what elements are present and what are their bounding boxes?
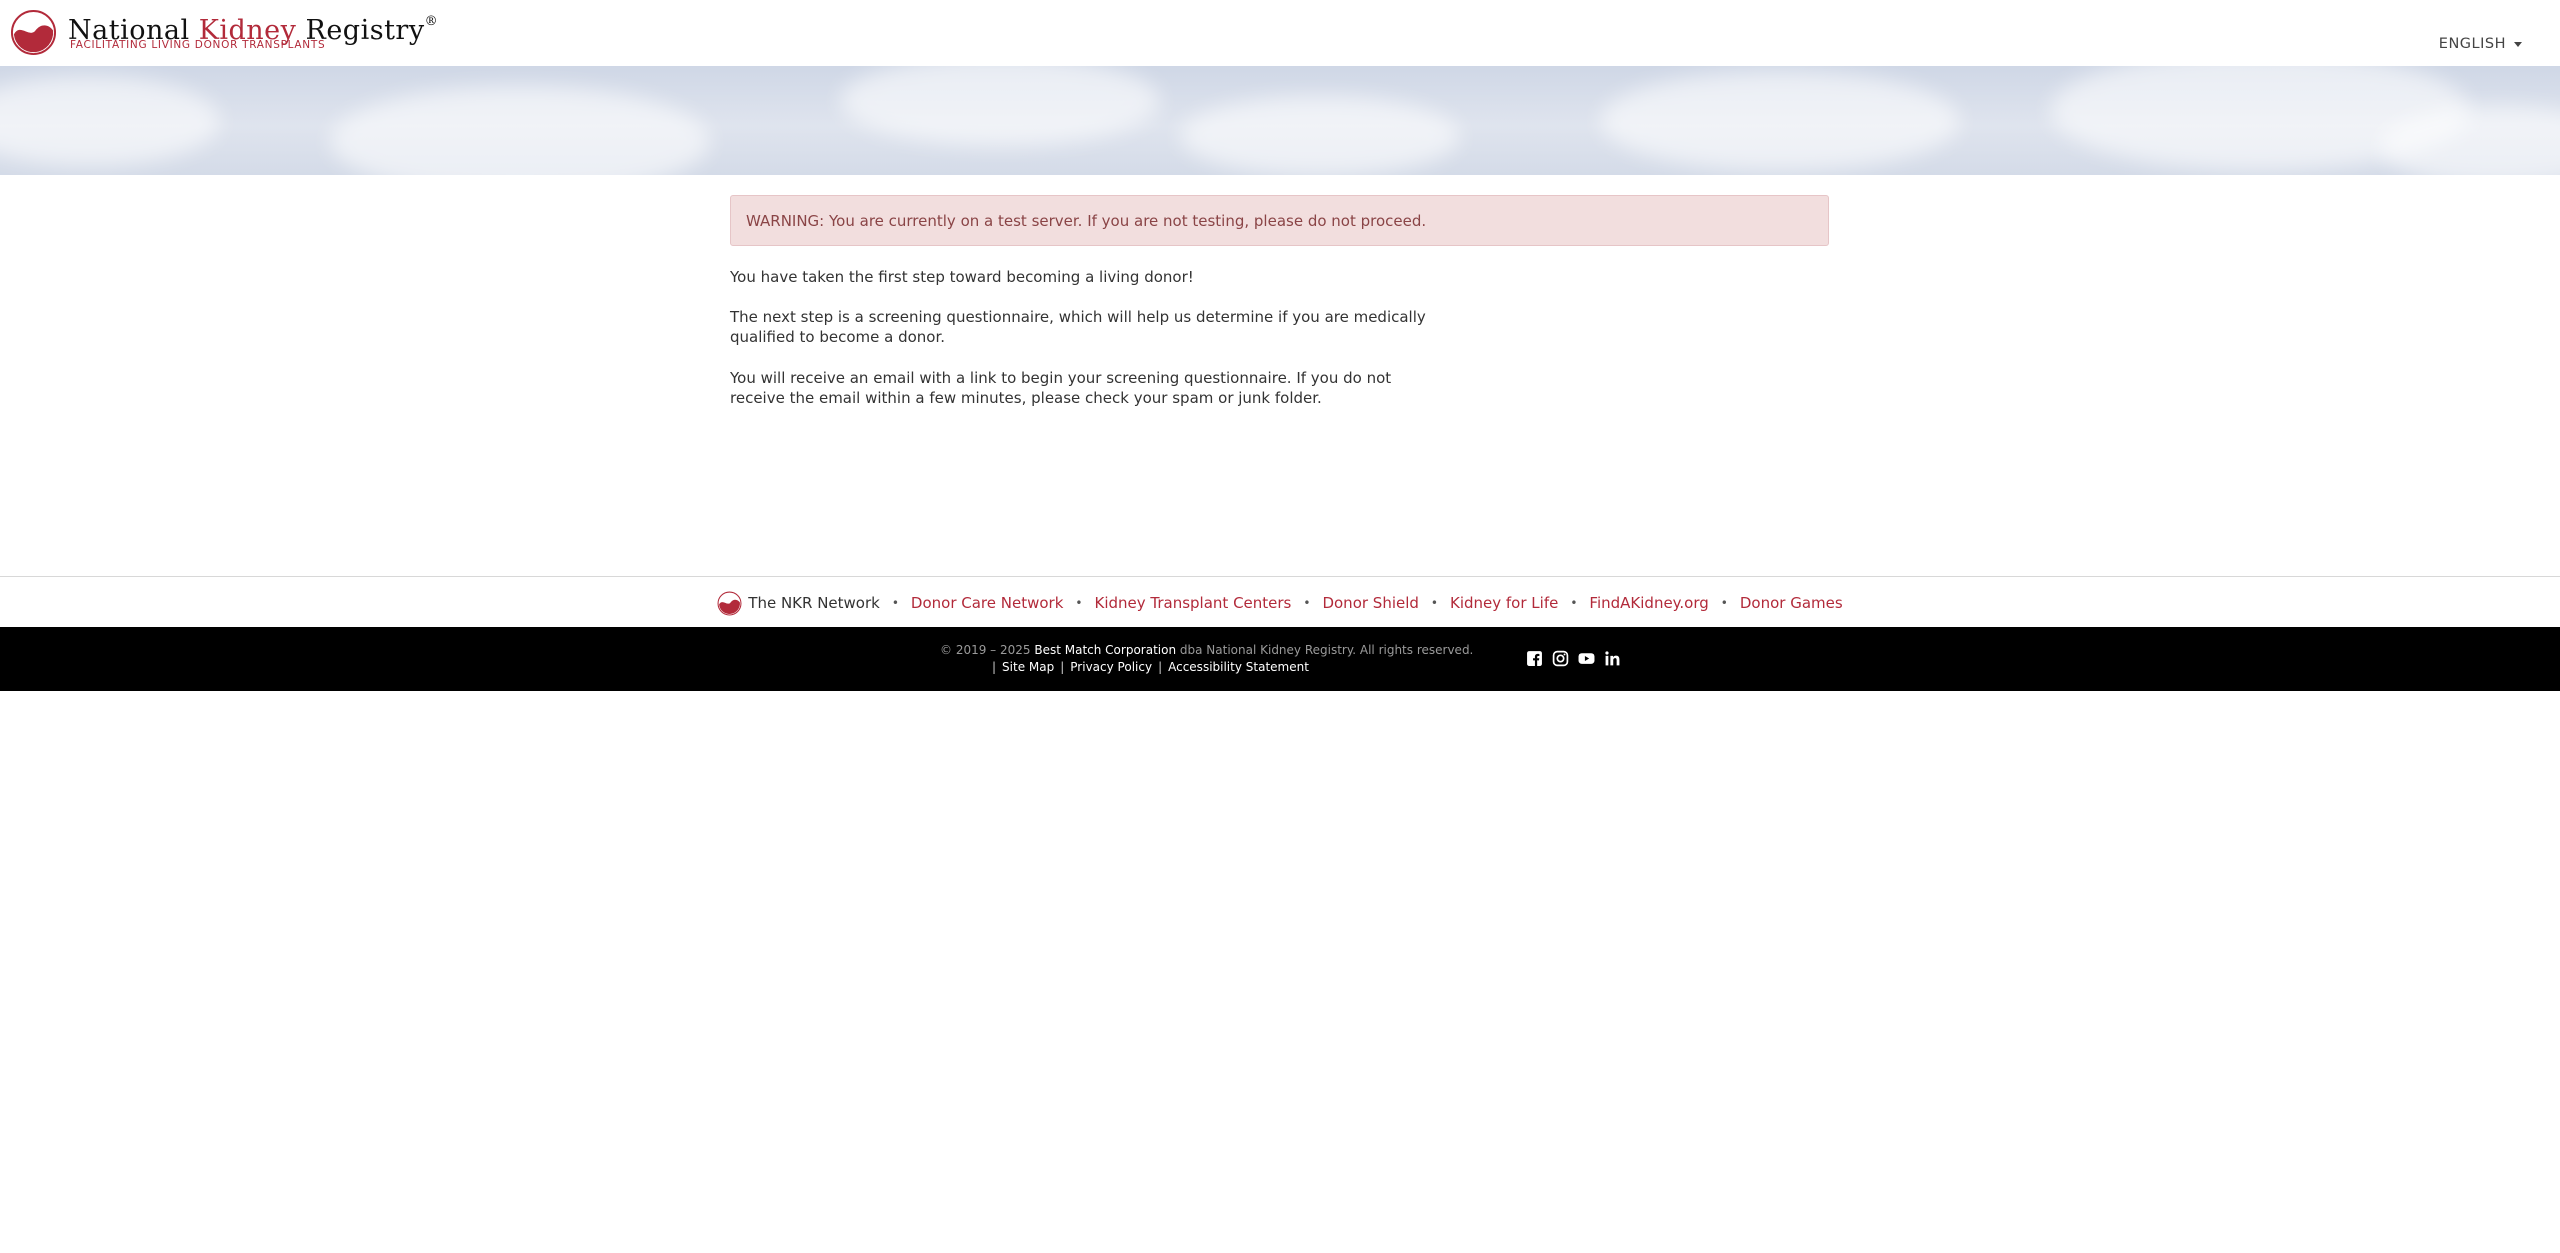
site-footer: © 2019 – 2025 Best Match Corporation dba… — [0, 627, 2560, 691]
link-donor-games[interactable]: Donor Games — [1740, 594, 1843, 612]
separator-dot: • — [1720, 596, 1728, 610]
youtube-icon[interactable] — [1578, 650, 1595, 667]
site-header: National Kidney Registry® FACILITATING L… — [0, 0, 2560, 67]
site-map-link[interactable]: Site Map — [1002, 660, 1054, 674]
facebook-icon[interactable] — [1526, 650, 1543, 667]
test-server-warning: WARNING: You are currently on a test ser… — [730, 195, 1829, 246]
separator-dot: • — [1303, 596, 1311, 610]
registered-mark: ® — [424, 14, 439, 29]
nkr-logo-icon[interactable] — [10, 9, 57, 56]
instagram-icon[interactable] — [1552, 650, 1569, 667]
social-links — [1526, 650, 1621, 667]
language-selector[interactable]: ENGLISH — [2439, 36, 2522, 52]
email-notice-paragraph: You will receive an email with a link to… — [730, 369, 1392, 407]
copyright-prefix: © 2019 – 2025 — [940, 643, 1031, 657]
nkr-network-label[interactable]: The NKR Network — [717, 591, 880, 616]
separator-dot: • — [891, 596, 899, 610]
copyright-line: © 2019 – 2025 Best Match Corporation dba… — [940, 642, 1473, 658]
language-label: ENGLISH — [2438, 36, 2506, 52]
footer-separator: | — [992, 660, 997, 674]
intro-paragraph: You have taken the first step toward bec… — [730, 268, 1194, 286]
link-donor-care-network[interactable]: Donor Care Network — [911, 594, 1063, 612]
caret-down-icon — [2514, 41, 2522, 47]
link-findakidney[interactable]: FindAKidney.org — [1589, 594, 1708, 612]
main-content: WARNING: You are currently on a test ser… — [730, 195, 1830, 407]
footer-separator: | — [1158, 660, 1163, 674]
copyright-suffix: dba National Kidney Registry. All rights… — [1179, 643, 1474, 657]
privacy-policy-link[interactable]: Privacy Policy — [1070, 660, 1152, 674]
hero-banner — [0, 66, 2560, 175]
nkr-network-logo-icon — [717, 591, 742, 615]
link-kidney-for-life[interactable]: Kidney for Life — [1450, 594, 1558, 612]
separator-dot: • — [1075, 596, 1083, 610]
footer-links: | Site Map | Privacy Policy | Accessibility S… — [986, 659, 1309, 675]
separator-dot: • — [1430, 596, 1438, 610]
link-donor-shield[interactable]: Donor Shield — [1322, 594, 1418, 612]
link-kidney-transplant-centers[interactable]: Kidney Transplant Centers — [1094, 594, 1291, 612]
nkr-network-bar: The NKR Network • Donor Care Network • K… — [0, 576, 2560, 629]
separator-dot: • — [1570, 596, 1578, 610]
next-step-paragraph: The next step is a screening questionnai… — [730, 308, 1426, 346]
footer-separator: | — [1060, 660, 1065, 674]
nkr-network-title: The NKR Network — [748, 594, 880, 612]
company-link[interactable]: Best Match Corporation — [1034, 643, 1176, 657]
linkedin-icon[interactable] — [1604, 650, 1621, 667]
brand-tagline: FACILITATING LIVING DONOR TRANSPLANTS — [70, 39, 326, 51]
accessibility-statement-link[interactable]: Accessibility Statement — [1168, 660, 1309, 674]
